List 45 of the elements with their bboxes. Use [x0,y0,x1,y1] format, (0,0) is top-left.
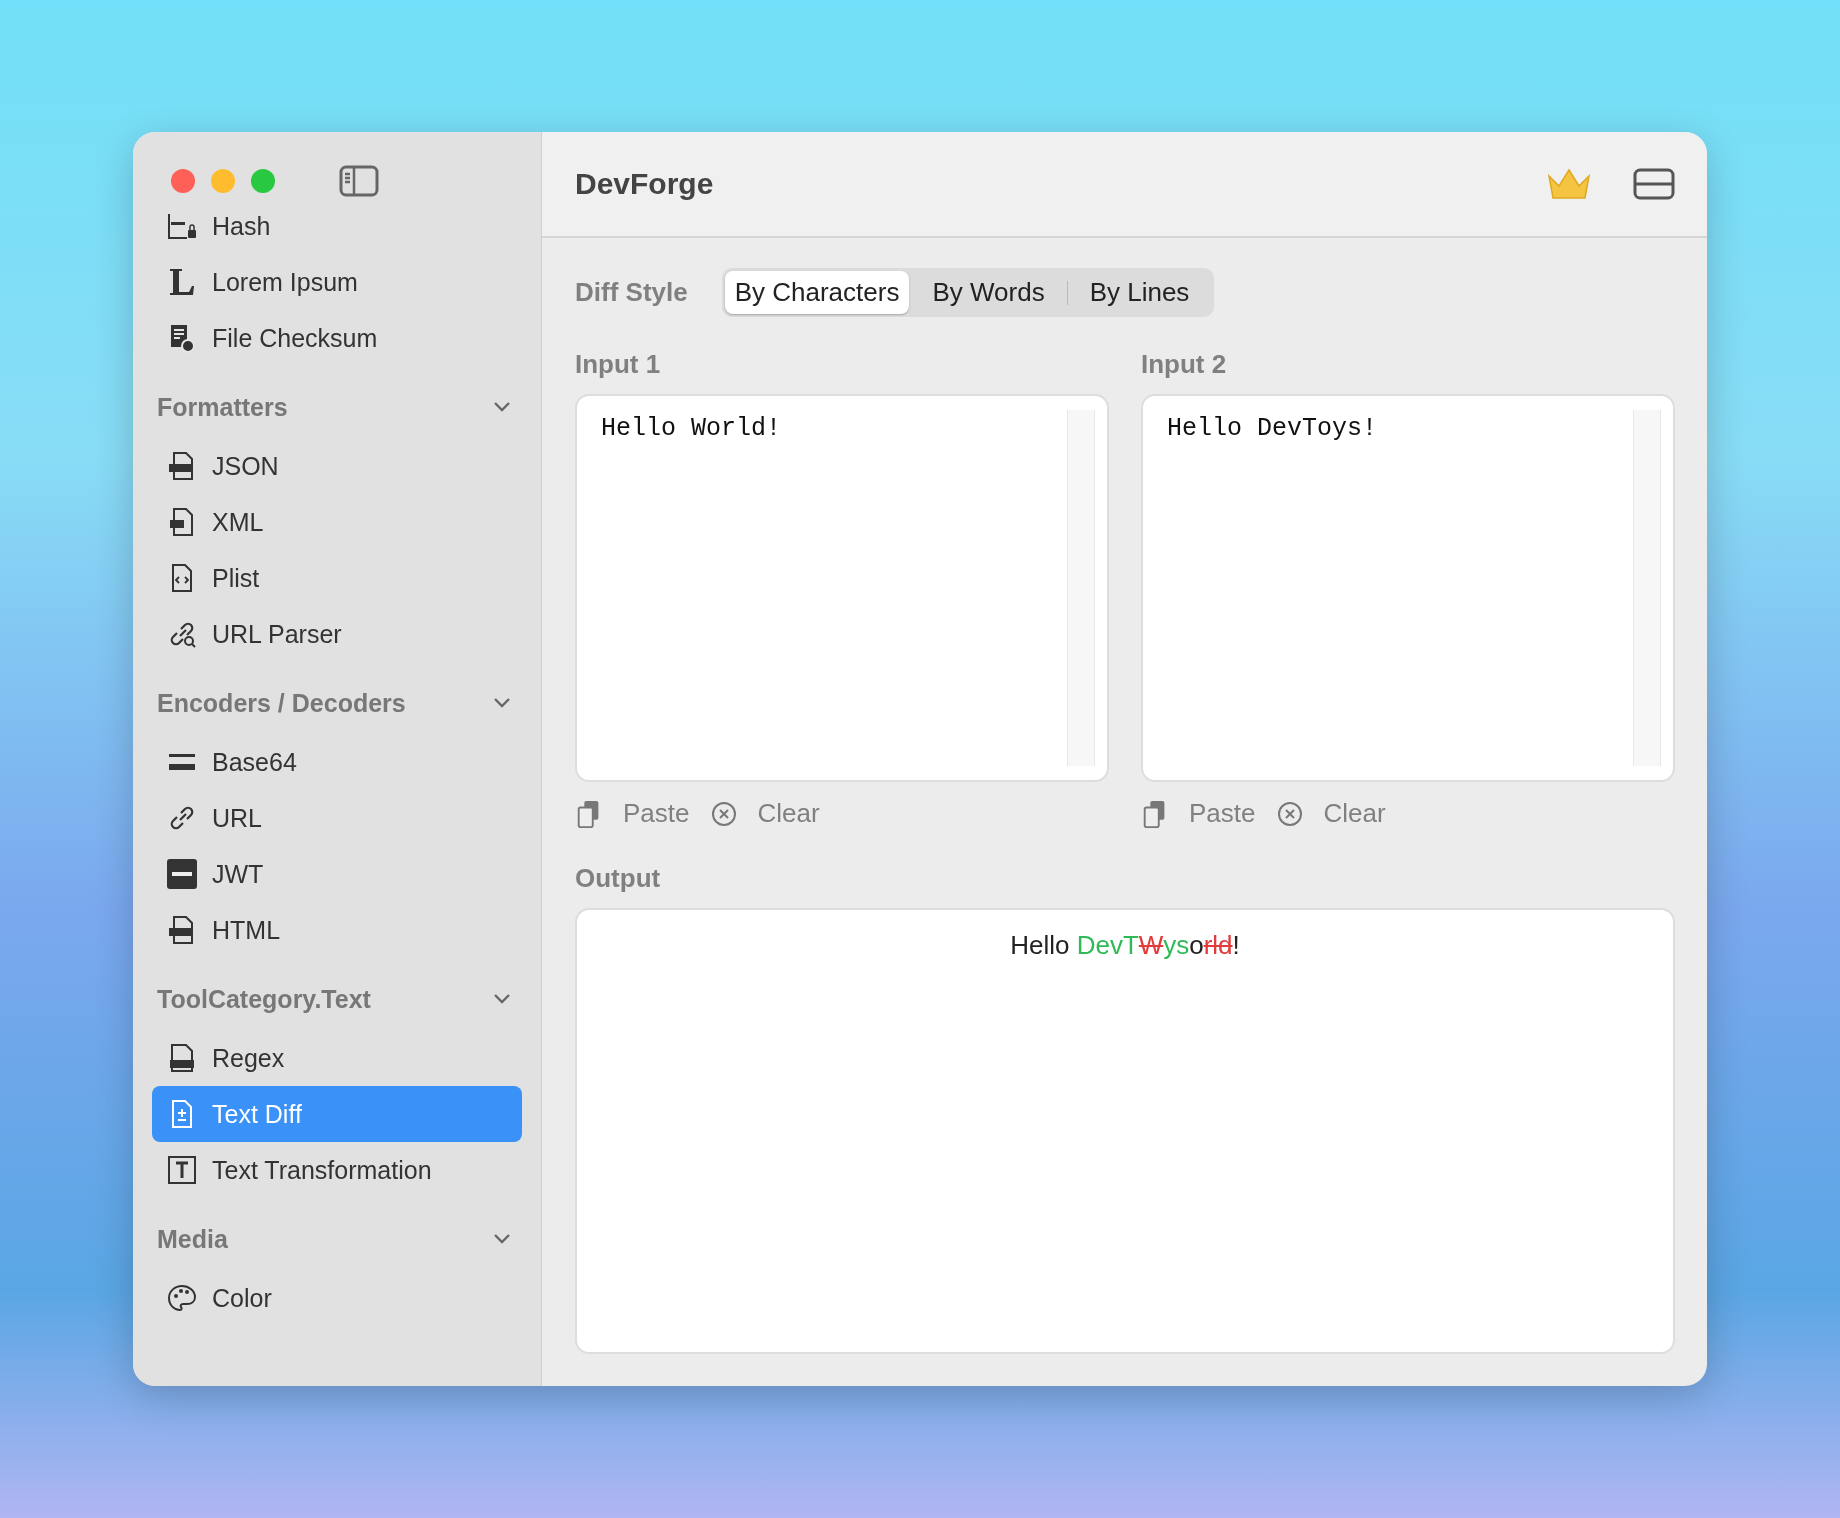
sidebar-toggle-icon[interactable] [339,165,379,197]
sidebar-item[interactable]: Plist [152,550,522,606]
chevron-icon[interactable] [492,697,512,709]
segment-tab[interactable]: By Lines [1067,271,1212,314]
section-title: Media [157,1224,228,1254]
window-title: DevForge [575,167,714,201]
deleted-text: rld [1203,930,1233,960]
inserted-text: ys [1163,930,1190,960]
chevron-icon[interactable] [492,993,512,1005]
sidebar-item[interactable]: XML [152,494,522,550]
unchanged-text: o [1189,930,1204,960]
sidebar-item[interactable]: URL Parser [152,606,522,662]
deleted-text: W [1138,930,1164,960]
sidebar-item[interactable]: Regex [152,1030,522,1086]
chevron-icon[interactable] [492,1233,512,1245]
input-label: Input 2 [1141,349,1228,380]
unchanged-text: Hello [1010,930,1071,960]
palette-icon [166,1282,198,1314]
sidebar-item[interactable]: Color [152,1270,522,1326]
segment-tab[interactable]: By Words [910,271,1067,314]
sidebar-item[interactable]: Lorem Ipsum [152,254,522,310]
layout-icon[interactable] [1633,168,1675,200]
diff-style-label: Diff Style [575,277,688,308]
sidebar-item[interactable]: HTML [152,902,522,958]
text-input-field[interactable]: Hello DevToys! [1141,394,1675,782]
output-label: Output [575,863,662,894]
input-label: Input 1 [575,349,662,380]
sidebar-item[interactable]: JSON [152,438,522,494]
text-input-field[interactable]: Hello World! [575,394,1109,782]
chevron-icon[interactable] [492,401,512,413]
jwt-icon [166,858,198,890]
sidebar-item[interactable]: File Checksum [152,310,522,366]
sidebar-item[interactable]: URL [152,790,522,846]
close-button[interactable] [171,169,195,193]
sidebar-item[interactable]: Hash [152,198,522,254]
sidebar-item[interactable]: Base64 [152,734,522,790]
text-box-icon [166,1154,198,1186]
sidebar-item[interactable]: Text Transformation [152,1142,522,1198]
sidebar-item[interactable]: JWT [152,846,522,902]
segment-tab[interactable]: By Characters [724,271,910,314]
unchanged-text: ! [1232,930,1240,960]
section-title: Formatters [157,392,288,422]
inserted-text: DevT [1076,930,1139,960]
section-title: ToolCategory.Text [157,984,371,1014]
section-title: Encoders / Decoders [157,688,406,718]
